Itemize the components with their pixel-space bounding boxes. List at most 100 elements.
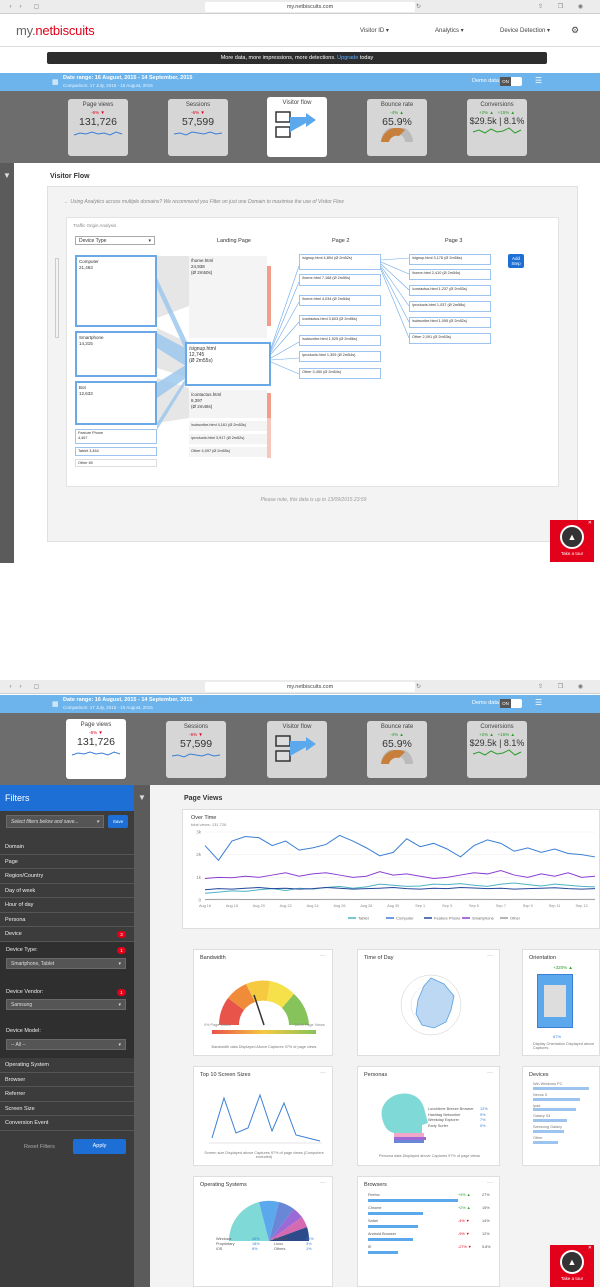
forward-icon[interactable]: ›: [16, 683, 25, 691]
menu-icon[interactable]: ☰: [535, 698, 542, 707]
kpi-visitor-flow[interactable]: Visitor flow: [267, 721, 327, 778]
zoom-slider[interactable]: [55, 258, 59, 338]
kpi-sessions[interactable]: Sessions -6% ▼ 57,599: [166, 721, 226, 778]
filter-icon[interactable]: ▼: [3, 171, 11, 180]
kpi-bounce-rate[interactable]: Bounce rate -4% ▲ 65.9%: [367, 99, 427, 156]
tabs-icon[interactable]: ❐: [556, 683, 565, 691]
filter-region[interactable]: Region/Country: [0, 869, 134, 884]
kpi-conversions[interactable]: Conversions +2% ▲ +15% ▲ $29.5k | 8.1%: [467, 721, 527, 778]
page3-node[interactable]: /home.html 2,410 (Ø 2m54s): [409, 269, 491, 280]
device-model-select[interactable]: -- All -- ▾: [6, 1039, 126, 1050]
take-tour-button[interactable]: ✕ ▲ Take a tour: [550, 1245, 594, 1287]
landing-node[interactable]: /products.html 3,917 (Ø 2m52s): [189, 434, 267, 444]
address-bar[interactable]: my.netbiscuits.com: [205, 682, 415, 692]
more-icon[interactable]: ···: [320, 1180, 326, 1186]
landing-node[interactable]: /subscribe.html 4,161 (Ø 2m53s): [189, 421, 267, 431]
page2-node[interactable]: Other 3,450 (Ø 2m54s): [299, 368, 381, 379]
origin-node[interactable]: Feature Phone 4,467: [75, 429, 157, 444]
page3-node[interactable]: /contactus.html 1,237 (Ø 2m53s): [409, 285, 491, 296]
kpi-visitor-flow[interactable]: Visitor flow: [267, 97, 327, 157]
share-icon[interactable]: ⇧: [536, 683, 545, 691]
calendar-icon[interactable]: ▦: [52, 78, 59, 86]
page3-node[interactable]: /subscribe.html 1,095 (Ø 2m52s): [409, 317, 491, 328]
apply-button[interactable]: Apply: [73, 1139, 126, 1154]
kpi-conversions[interactable]: Conversions +2% ▲ +15% ▲ $29.5k | 8.1%: [467, 99, 527, 156]
share-icon[interactable]: ⇧: [536, 3, 545, 11]
legend-label[interactable]: Other: [510, 916, 521, 921]
more-icon[interactable]: ···: [487, 953, 493, 959]
page3-node[interactable]: /products.html 1,037 (Ø 2m58s): [409, 301, 491, 312]
origin-node[interactable]: Computer 21,463: [75, 255, 157, 327]
page2-node[interactable]: /products.html 1,309 (Ø 2m54s): [299, 351, 381, 362]
more-icon[interactable]: ···: [320, 953, 326, 959]
reload-icon[interactable]: ↻: [414, 3, 423, 11]
date-range[interactable]: Date range: 16 August, 2015 - 14 Septemb…: [63, 75, 192, 81]
series-line-computer[interactable]: [204, 834, 596, 862]
forward-icon[interactable]: ›: [16, 3, 25, 11]
filter-browser[interactable]: Browser: [0, 1073, 134, 1087]
address-bar[interactable]: my.netbiscuits.com: [205, 2, 415, 12]
page2-node[interactable]: /signup.html 4,894 (Ø 2m52s): [299, 254, 381, 270]
filter-referrer[interactable]: Referrer: [0, 1087, 134, 1102]
filter-device[interactable]: Device 3: [0, 927, 134, 942]
more-icon[interactable]: ···: [320, 1070, 326, 1076]
landing-node[interactable]: /home.html 24,938 (Ø 2m50s): [189, 256, 267, 338]
page2-node[interactable]: /home.html 4,034 (Ø 2m54s): [299, 295, 381, 306]
menu-icon[interactable]: ☰: [535, 76, 542, 85]
kpi-page-views[interactable]: Page views -6% ▼ 131,726: [66, 719, 126, 779]
landing-node[interactable]: /contactus.html 8,397 (Ø 2m48s): [189, 390, 267, 418]
filter-screen-size[interactable]: Screen Size: [0, 1102, 134, 1116]
filter-icon[interactable]: ▼: [138, 793, 146, 802]
filter-os[interactable]: Operating System: [0, 1058, 134, 1073]
more-icon[interactable]: ···: [487, 1070, 493, 1076]
origin-node[interactable]: Smartphone 14,315: [75, 331, 157, 377]
page3-node[interactable]: Other 2,091 (Ø 2m53s): [409, 333, 491, 344]
reset-filters-link[interactable]: Reset Filters: [24, 1144, 55, 1150]
extension-icon[interactable]: ◉: [576, 683, 585, 691]
page2-node[interactable]: /contactus.html 3,603 (Ø 2m56s): [299, 315, 381, 326]
legend-label[interactable]: Feature Phone: [434, 916, 461, 921]
more-icon[interactable]: ···: [487, 1180, 493, 1186]
take-tour-button[interactable]: ✕ ▲ Take a tour: [550, 520, 594, 562]
kpi-sessions[interactable]: Sessions -6% ▼ 57,599: [168, 99, 228, 156]
sidebar-icon[interactable]: ▢: [32, 3, 41, 11]
filter-page[interactable]: Page: [0, 855, 134, 869]
filter-domain[interactable]: Domain: [0, 840, 134, 855]
legend-label[interactable]: Smartphone: [472, 916, 495, 921]
nav-device-detection[interactable]: Device Detection ▾: [500, 27, 550, 34]
nav-visitor-id[interactable]: Visitor ID ▾: [360, 27, 389, 34]
landing-node-selected[interactable]: /signup.html 12,745 (Ø 2m55s): [185, 342, 271, 386]
add-step-button[interactable]: Add Step: [508, 254, 524, 268]
extension-icon[interactable]: ◉: [576, 3, 585, 11]
origin-node[interactable]: Tablet 3,464: [75, 447, 157, 456]
filter-conversion-event[interactable]: Conversion Event: [0, 1116, 134, 1131]
page3-node[interactable]: /signup.html 3,178 (Ø 2m56s): [409, 254, 491, 265]
close-icon[interactable]: ✕: [588, 520, 592, 526]
saved-filters-select[interactable]: Select filters below and save... ▾: [6, 815, 104, 828]
page2-node[interactable]: /home.html 7,168 (Ø 2m50s): [299, 274, 381, 286]
reload-icon[interactable]: ↻: [414, 683, 423, 691]
device-type-select[interactable]: Smartphone, Tablet ▾: [6, 958, 126, 969]
save-button[interactable]: Save: [108, 815, 128, 828]
device-vendor-select[interactable]: Samsung ▾: [6, 999, 126, 1010]
legend-label[interactable]: Computer: [396, 916, 414, 921]
filter-hour-of-day[interactable]: Hour of day: [0, 898, 134, 913]
kpi-bounce-rate[interactable]: Bounce rate -4% ▲ 65.9%: [367, 721, 427, 778]
filter-persona[interactable]: Persona: [0, 913, 134, 927]
back-icon[interactable]: ‹: [6, 683, 15, 691]
upgrade-link[interactable]: Upgrade: [337, 55, 358, 61]
filter-day-of-week[interactable]: Day of week: [0, 884, 134, 898]
landing-node[interactable]: Other 4,097 (Ø 2m55s): [189, 447, 267, 457]
nav-analytics[interactable]: Analytics ▾: [435, 27, 464, 34]
legend-label[interactable]: Tablet: [358, 916, 370, 921]
demo-toggle[interactable]: ON: [500, 77, 522, 86]
page2-node[interactable]: /subscribe.html 1,925 (Ø 2m56s): [299, 335, 381, 346]
back-icon[interactable]: ‹: [6, 3, 15, 11]
logo[interactable]: my.netbiscuits: [16, 23, 95, 38]
calendar-icon[interactable]: ▦: [52, 700, 59, 708]
demo-toggle[interactable]: ON: [500, 699, 522, 708]
origin-node[interactable]: Other 69: [75, 459, 157, 467]
sidebar-icon[interactable]: ▢: [32, 683, 41, 691]
kpi-page-views[interactable]: Page views -6% ▼ 131,726: [68, 99, 128, 156]
origin-node[interactable]: Bot 12,633: [75, 381, 157, 425]
